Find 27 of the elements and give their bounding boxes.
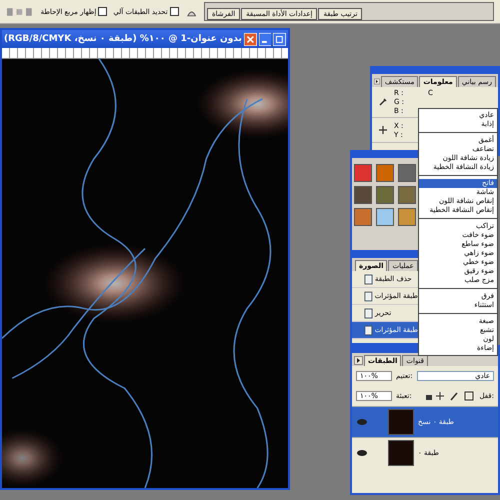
document-icon — [364, 308, 373, 318]
style-swatch[interactable] — [354, 186, 372, 204]
document-icon — [364, 290, 373, 302]
eyedropper-icon — [378, 97, 388, 107]
style-swatch[interactable] — [354, 164, 372, 182]
style-swatch[interactable] — [376, 186, 394, 204]
maximize-button[interactable] — [273, 32, 286, 46]
document-icon — [364, 274, 373, 284]
style-swatch[interactable] — [376, 208, 394, 226]
style-swatch[interactable] — [354, 208, 372, 226]
checkbox-box[interactable] — [170, 7, 179, 16]
eye-icon[interactable] — [356, 449, 368, 457]
layer-thumbnail — [388, 440, 414, 466]
style-swatch[interactable] — [376, 164, 394, 182]
close-button[interactable] — [244, 32, 257, 46]
crosshair-icon — [378, 125, 388, 135]
style-swatch[interactable] — [398, 208, 416, 226]
lock-icons[interactable] — [425, 391, 476, 401]
panel-menu-button[interactable] — [374, 77, 380, 86]
minimize-button[interactable] — [258, 32, 272, 46]
checkbox-box[interactable] — [98, 7, 108, 16]
style-swatch[interactable] — [398, 186, 416, 204]
panel-menu-button[interactable] — [354, 356, 363, 365]
style-swatch[interactable] — [398, 164, 416, 182]
layer-thumbnail — [388, 409, 414, 435]
document-icon — [364, 324, 373, 336]
window-title: بدون عنوان-1 @ ١٠٠% (طبقة ٠ نسخ، RGB/8/CMYK) — [4, 34, 242, 44]
